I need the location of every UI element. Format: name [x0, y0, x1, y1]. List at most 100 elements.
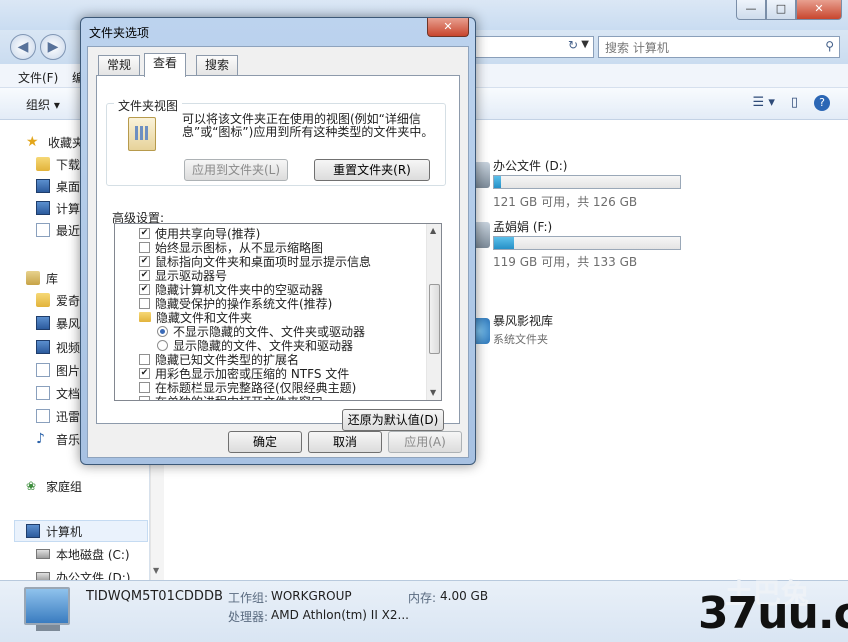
refresh-icon[interactable]: ↻	[568, 38, 578, 52]
forward-arrow-icon: ▶	[47, 39, 59, 55]
apply-button[interactable]: 应用(A)	[388, 431, 462, 453]
tab-general[interactable]: 常规	[98, 55, 141, 75]
menu-file[interactable]: 文件(F)	[18, 69, 58, 86]
drive-f-info: 119 GB 可用，共 133 GB	[493, 255, 638, 269]
forward-button[interactable]: ▶	[40, 34, 66, 60]
back-button[interactable]: ◀	[10, 34, 36, 60]
nav-computer[interactable]: 计算机	[26, 521, 146, 541]
drive-d-name[interactable]: 办公文件 (D:)	[493, 157, 567, 174]
cancel-button[interactable]: 取消	[308, 431, 382, 453]
checkbox-unchecked[interactable]	[139, 241, 150, 253]
tab-view[interactable]: 查看	[144, 53, 187, 77]
scroll-up-icon[interactable]: ▲	[430, 226, 436, 235]
folder-options-dialog: 文件夹选项 ✕ 常规 查看 搜索 文件夹视图 可以将该文件夹正在使用的视图(例如…	[80, 17, 476, 465]
download-icon	[36, 409, 50, 423]
music-icon: ♪	[36, 431, 45, 447]
dialog-title: 文件夹选项	[89, 26, 150, 40]
watermark: 37uu.cn	[698, 588, 848, 639]
dialog-close-button[interactable]: ✕	[427, 18, 469, 37]
computer-name: TIDWQM5T01CDDDB	[86, 589, 223, 604]
computer-icon	[26, 524, 40, 538]
drive-d-info: 121 GB 可用，共 126 GB	[493, 195, 638, 209]
scroll-down-icon[interactable]: ▼	[153, 566, 159, 575]
checkbox-checked[interactable]: ✔	[139, 255, 150, 267]
nav-label: 桌面	[56, 179, 81, 194]
minimize-button[interactable]: —	[736, 0, 766, 20]
computer-stand	[36, 625, 60, 631]
nav-label: 家庭组	[46, 479, 83, 494]
nav-label: 视频	[56, 340, 81, 355]
nav-label: 暴风	[56, 316, 81, 331]
desktop-icon	[36, 179, 50, 193]
checkbox-checked[interactable]: ✔	[139, 283, 150, 295]
checkbox-unchecked[interactable]	[139, 395, 150, 400]
scroll-thumb[interactable]	[429, 284, 440, 354]
radio-unselected[interactable]	[157, 339, 168, 351]
radio-selected[interactable]	[157, 325, 168, 337]
close-button[interactable]: ✕	[796, 0, 842, 20]
view-options-icon[interactable]: ☰ ▾	[753, 95, 775, 111]
close-icon: ✕	[443, 20, 453, 33]
homegroup-icon: ❀	[26, 479, 37, 493]
nav-label: 本地磁盘 (C:)	[56, 547, 130, 562]
memory-value: 4.00 GB	[440, 589, 489, 603]
ok-button[interactable]: 确定	[228, 431, 302, 453]
nav-label: 音乐	[56, 432, 81, 447]
apply-to-folders-button[interactable]: 应用到文件夹(L)	[184, 159, 288, 181]
video-icon	[36, 340, 50, 354]
usage-fill	[494, 237, 514, 249]
media-library-icon	[36, 316, 50, 330]
nav-label: 最近	[56, 223, 81, 238]
folder-icon	[36, 157, 50, 171]
folder-icon	[36, 293, 50, 307]
document-icon	[36, 386, 50, 400]
checkbox-checked[interactable]: ✔	[139, 367, 150, 379]
checkbox-unchecked[interactable]	[139, 353, 150, 365]
checkbox-unchecked[interactable]	[139, 297, 150, 309]
nav-label: 文档	[56, 386, 81, 401]
drive-icon	[36, 549, 50, 559]
view-controls: ☰ ▾ ▯ ?	[753, 95, 830, 111]
picture-icon	[36, 363, 50, 377]
nav-homegroup[interactable]: ❀ 家庭组	[26, 476, 146, 496]
advanced-settings-list: ✔ 使用共享向导(推荐) 始终显示图标，从不显示缩略图 ✔ 鼠标指向文件夹和桌面项时显示…	[114, 223, 442, 401]
reset-folders-button[interactable]: 重置文件夹(R)	[314, 159, 430, 181]
library-icon	[26, 271, 40, 285]
drive-d-usage-bar	[493, 175, 681, 189]
help-icon[interactable]: ?	[814, 95, 830, 111]
restore-defaults-button[interactable]: 还原为默认值(D)	[342, 409, 444, 431]
search-icon[interactable]: ⚲	[825, 39, 834, 53]
drive-f-name[interactable]: 孟娟娟 (F:)	[493, 218, 552, 235]
checkbox-checked[interactable]: ✔	[139, 269, 150, 281]
folder-view-icon	[128, 117, 156, 151]
workgroup-label: 工作组:	[228, 591, 269, 605]
cpu-label: 处理器:	[228, 610, 269, 624]
nav-label: 下载	[56, 157, 81, 172]
search-placeholder: 搜索 计算机	[605, 41, 669, 55]
media-library-type: 系统文件夹	[493, 333, 548, 346]
nav-label: 计算机	[46, 524, 83, 539]
setting-row[interactable]: 在单独的进程中打开文件夹窗口	[139, 394, 323, 400]
usage-fill	[494, 176, 502, 188]
folder-icon	[139, 312, 151, 322]
settings-scrollbar[interactable]: ▲ ▼	[426, 224, 441, 400]
tab-search[interactable]: 搜索	[196, 55, 239, 75]
nav-label: 收藏夹	[48, 135, 85, 150]
preview-pane-icon[interactable]: ▯	[791, 95, 798, 111]
star-icon: ★	[26, 134, 39, 150]
organize-button[interactable]: 组织 ▾	[26, 96, 60, 113]
memory-label: 内存:	[408, 591, 437, 605]
checkbox-checked[interactable]: ✔	[139, 227, 150, 239]
media-library-name[interactable]: 暴风影视库	[493, 312, 553, 329]
computer-icon	[36, 201, 50, 215]
chevron-down-icon[interactable]: ▼	[581, 39, 589, 50]
maximize-button[interactable]: □	[766, 0, 796, 20]
nav-label: 库	[46, 271, 59, 286]
back-arrow-icon: ◀	[17, 39, 29, 55]
search-input[interactable]: 搜索 计算机 ⚲	[598, 36, 840, 58]
checkbox-unchecked[interactable]	[139, 381, 150, 393]
scroll-down-icon[interactable]: ▼	[430, 388, 436, 397]
nav-drive-c[interactable]: 本地磁盘 (C:)	[36, 544, 156, 564]
drive-f-usage-bar	[493, 236, 681, 250]
computer-icon	[24, 587, 70, 625]
